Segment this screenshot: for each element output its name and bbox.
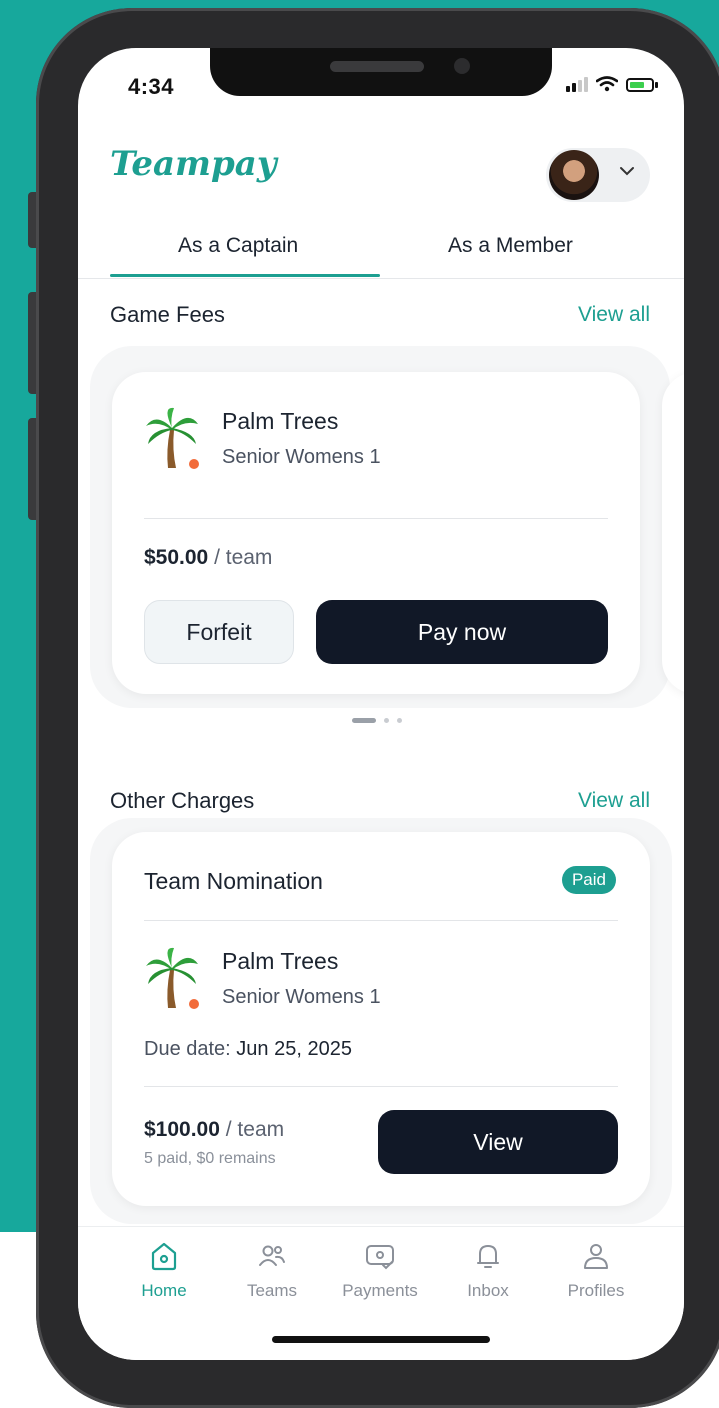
card-divider	[144, 1086, 618, 1087]
tab-as-captain[interactable]: As a Captain	[178, 234, 298, 258]
team-name: Palm Trees	[222, 948, 339, 974]
game-fees-title: Game Fees	[110, 302, 225, 327]
status-badge: Paid	[561, 866, 616, 894]
team-name: Palm Trees	[222, 408, 339, 434]
nav-inbox[interactable]: Inbox	[438, 1239, 538, 1301]
signal-icon	[566, 77, 588, 92]
payment-summary: 5 paid, $0 remains	[144, 1150, 276, 1167]
tab-as-member[interactable]: As a Member	[448, 234, 573, 258]
price-amount: $100.00	[144, 1118, 220, 1141]
game-fees-view-all-link[interactable]: View all	[578, 303, 650, 327]
charge-price: $100.00 / team	[144, 1118, 284, 1142]
battery-tip	[655, 82, 658, 88]
home-icon	[151, 1242, 177, 1271]
profile-switcher[interactable]	[546, 148, 650, 202]
game-fee-price: $50.00 / team	[144, 546, 272, 570]
speaker-grille	[330, 61, 424, 72]
notch	[210, 48, 552, 96]
pagination-dot-active[interactable]	[352, 718, 376, 723]
other-charges-title: Other Charges	[110, 788, 255, 813]
team-division: Senior Womens 1	[222, 446, 381, 468]
wifi-icon	[596, 76, 618, 92]
view-charge-button[interactable]: View	[378, 1110, 618, 1174]
price-unit: / team	[208, 546, 273, 569]
status-icons	[566, 76, 658, 92]
due-date: Due date: Jun 25, 2025	[144, 1038, 352, 1061]
palm-tree-icon	[146, 947, 199, 1009]
due-date-label: Due date:	[144, 1038, 237, 1060]
front-camera	[454, 58, 470, 74]
payments-icon	[366, 1245, 394, 1270]
nav-label: Payments	[342, 1281, 418, 1300]
phone-screen: 4:34 Teampay As a Captain As a Member Ga…	[78, 48, 684, 1360]
card-divider	[144, 920, 618, 921]
nav-label: Inbox	[467, 1281, 509, 1300]
nav-label: Teams	[246, 1281, 298, 1300]
chevron-down-icon	[620, 167, 634, 176]
active-tab-indicator	[110, 274, 380, 277]
due-date-value: Jun 25, 2025	[236, 1038, 352, 1060]
charge-title: Team Nomination	[144, 868, 323, 894]
nav-label: Profiles	[567, 1281, 625, 1300]
teampay-logo: Teampay	[110, 144, 277, 184]
pagination-dot[interactable]	[397, 718, 402, 723]
bell-icon	[477, 1245, 499, 1268]
nav-label: Home	[141, 1281, 187, 1300]
profile-icon	[584, 1244, 608, 1269]
nav-payments[interactable]: Payments	[330, 1239, 430, 1301]
nav-profiles[interactable]: Profiles	[546, 1239, 646, 1301]
nav-home[interactable]: Home	[114, 1239, 214, 1301]
battery-icon	[626, 78, 654, 92]
teams-icon	[259, 1245, 285, 1266]
role-tabs: As a Captain As a Member	[78, 228, 684, 279]
status-time: 4:34	[128, 74, 175, 99]
game-fee-card: Palm Trees Senior Womens 1 $50.00 / team…	[112, 372, 640, 694]
other-charges-view-all-link[interactable]: View all	[578, 789, 650, 813]
forfeit-button[interactable]: Forfeit	[144, 600, 294, 664]
team-division: Senior Womens 1	[222, 986, 381, 1008]
palm-tree-icon	[146, 407, 199, 469]
pay-now-button[interactable]: Pay now	[316, 600, 608, 664]
next-game-fee-card-peek[interactable]	[662, 372, 684, 694]
price-unit: / team	[219, 1118, 285, 1141]
nav-teams[interactable]: Teams	[222, 1239, 322, 1301]
home-indicator	[272, 1336, 490, 1343]
carousel-pagination	[352, 718, 402, 723]
card-divider	[144, 518, 608, 519]
avatar	[549, 150, 599, 200]
pagination-dot[interactable]	[384, 718, 389, 723]
price-amount: $50.00	[144, 546, 209, 569]
